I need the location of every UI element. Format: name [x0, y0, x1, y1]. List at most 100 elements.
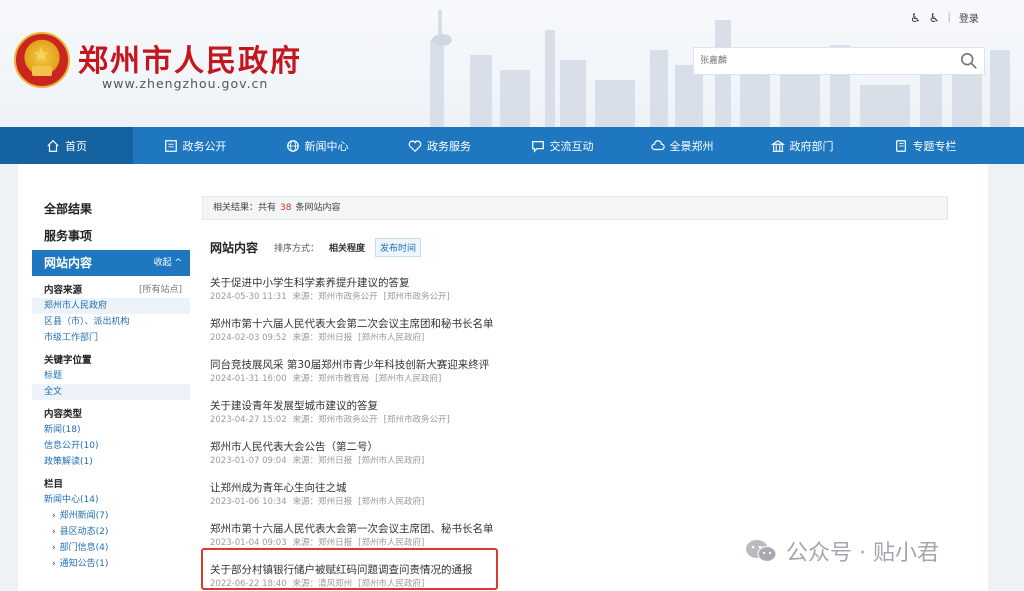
site-url: www.zhengzhou.gov.cn: [102, 76, 269, 91]
result-meta: 2023-04-27 15:02 来源：郑州市政务公开 [郑州市政务公开]: [210, 413, 610, 427]
result-date: 2024-05-30 11:31: [210, 292, 287, 302]
filter-group-label: 内容来源: [44, 285, 83, 296]
filter-sub-option[interactable]: › 通知公告(1): [32, 556, 190, 572]
filter-option[interactable]: 政策解读(1): [32, 454, 190, 470]
result-site[interactable]: [郑州市人民政府]: [358, 497, 424, 507]
section-title: 网站内容: [210, 241, 259, 255]
filter-option[interactable]: 区县（市）、派出机构: [32, 314, 190, 330]
sort-by-relevance[interactable]: 相关程度: [329, 241, 365, 254]
chevron-right-icon: ›: [52, 543, 56, 553]
filter-sub-label: 部门信息(4): [59, 543, 109, 553]
result-item: 让郑州成为青年心生向往之城 2023-01-06 10:34 来源：郑州日报 [郑州…: [210, 481, 610, 522]
filter-option[interactable]: 信息公开(10): [32, 438, 190, 454]
result-title-link[interactable]: 郑州市第十六届人民代表大会第一次会议主席团、秘书长名单: [210, 522, 610, 536]
wechat-icon: [746, 540, 777, 562]
result-date: 2023-01-06 10:34: [210, 497, 287, 507]
filter-option[interactable]: 郑州市人民政府: [32, 298, 190, 314]
top-links: ♿ ♿ | 登录: [910, 10, 979, 26]
result-site[interactable]: [郑州市人民政府]: [358, 456, 424, 466]
result-title-link[interactable]: 关于建设青年发展型城市建议的答复: [210, 399, 610, 413]
nav-label: 交流互动: [549, 139, 594, 153]
filter-option[interactable]: 标题: [32, 368, 190, 384]
filter-sub-label: 县区动态(2): [59, 527, 109, 537]
login-link[interactable]: 登录: [959, 10, 979, 25]
filter-sub-option[interactable]: › 部门信息(4): [32, 540, 190, 556]
separator: |: [947, 12, 951, 23]
result-site[interactable]: [郑州市人民政府]: [358, 333, 424, 343]
result-site[interactable]: [郑州市政务公开]: [384, 292, 450, 302]
nav-item-panorama[interactable]: 全景郑州: [622, 127, 742, 164]
result-title-link[interactable]: 郑州市人民代表大会公告（第二号）: [210, 440, 610, 454]
sidebar-item-website-content[interactable]: 网站内容 收起 ^: [32, 250, 190, 276]
chevron-right-icon: ›: [52, 511, 56, 521]
search-input[interactable]: [700, 52, 950, 70]
sidebar-item-all-results[interactable]: 全部结果: [32, 196, 190, 223]
result-title-link[interactable]: 让郑州成为青年心生向往之城: [210, 481, 610, 495]
highlight-annotation-box: [201, 548, 498, 590]
nav-label: 政府部门: [789, 139, 834, 153]
nav-item-gov-affairs[interactable]: 政务公开: [133, 127, 257, 164]
result-source: 来源：郑州市政务公开: [292, 415, 378, 425]
result-date: 2024-01-31 16:00: [210, 374, 287, 384]
result-meta: 2024-05-30 11:31 来源：郑州市政务公开 [郑州市政务公开]: [210, 290, 610, 304]
result-site[interactable]: [郑州市人民政府]: [375, 374, 441, 384]
wechat-watermark: 公众号 · 贴小君: [744, 535, 939, 567]
sidebar-item-services[interactable]: 服务事项: [32, 223, 190, 250]
nav-label: 政务服务: [427, 139, 471, 153]
filter-option[interactable]: 市级工作部门: [32, 330, 190, 346]
result-source: 来源：郑州日报: [292, 456, 353, 466]
cloud-icon: [650, 139, 665, 150]
result-prefix: 相关结果：共有: [213, 203, 277, 213]
nav-item-news[interactable]: 新闻中心: [257, 127, 377, 164]
result-date: 2023-01-04 09:03: [210, 538, 287, 548]
search-box: [693, 47, 985, 75]
nav-item-home[interactable]: 首页: [0, 127, 133, 164]
result-meta: 2024-02-03 09:52 来源：郑州日报 [郑州市人民政府]: [210, 331, 610, 345]
nav-item-interaction[interactable]: 交流互动: [502, 127, 622, 164]
all-sites-link[interactable]: [所有站点]: [139, 282, 182, 295]
result-title-link[interactable]: 同台竞技展风采 第30届郑州市青少年科技创新大赛迎来终评: [210, 358, 610, 372]
sort-bar: 网站内容 排序方式： 相关程度 发布时间: [210, 238, 422, 257]
main-nav: 首页 政务公开 新闻中心 政务服务 交流互动 全景郑州 政府部门 专题专栏: [0, 127, 1024, 164]
nav-item-special-topics[interactable]: 专题专栏: [862, 127, 988, 164]
elder-mode-icon[interactable]: ♿: [929, 11, 940, 25]
nav-item-services[interactable]: 政务服务: [377, 127, 502, 164]
result-site[interactable]: [郑州市政务公开]: [384, 415, 450, 425]
filter-sub-option[interactable]: › 县区动态(2): [32, 524, 190, 540]
result-date: 2023-01-07 09:04: [210, 456, 287, 466]
result-source: 来源：郑州市教育局: [292, 374, 370, 384]
nav-item-departments[interactable]: 政府部门: [742, 127, 862, 164]
filter-sub-label: 郑州新闻(7): [59, 511, 109, 521]
accessibility-icon[interactable]: ♿: [910, 11, 921, 25]
nav-label: 新闻中心: [304, 139, 349, 153]
search-icon[interactable]: [960, 52, 978, 70]
result-count: 38: [280, 203, 292, 213]
result-item: 关于促进中小学生科学素养提升建议的答复 2024-05-30 11:31 来源：郑…: [210, 276, 610, 317]
filter-sub-option[interactable]: › 郑州新闻(7): [32, 508, 190, 524]
filter-option[interactable]: 全文: [32, 384, 190, 400]
book-icon: [895, 139, 906, 152]
result-source: 来源：郑州日报: [292, 333, 353, 343]
result-title-link[interactable]: 关于促进中小学生科学素养提升建议的答复: [210, 276, 610, 290]
result-meta: 2024-01-31 16:00 来源：郑州市教育局 [郑州市人民政府]: [210, 372, 610, 386]
nav-label: 全景郑州: [669, 139, 714, 153]
site-title[interactable]: 郑州市人民政府: [78, 36, 302, 80]
filter-sidebar: 全部结果 服务事项 网站内容 收起 ^ 内容来源 [所有站点] 郑州市人民政府 …: [32, 196, 190, 591]
sidebar-item-label: 网站内容: [44, 256, 93, 270]
heart-icon: [408, 140, 422, 152]
collapse-toggle[interactable]: 收起 ^: [154, 250, 182, 276]
result-title-link[interactable]: 郑州市第十六届人民代表大会第二次会议主席团和秘书长名单: [210, 317, 610, 331]
result-item: 郑州市第十六届人民代表大会第二次会议主席团和秘书长名单 2024-02-03 0…: [210, 317, 610, 358]
result-site[interactable]: [郑州市人民政府]: [358, 538, 424, 548]
sort-by-date[interactable]: 发布时间: [375, 238, 422, 257]
filter-sub-label: 通知公告(1): [59, 559, 109, 569]
document-icon: [164, 139, 177, 152]
result-source: 来源：郑州日报: [292, 497, 353, 507]
result-summary: 相关结果：共有 38 条网站内容: [202, 196, 948, 220]
site-header: ★ 郑州市人民政府 www.zhengzhou.gov.cn ♿ ♿ | 登录: [0, 0, 1024, 127]
filter-option[interactable]: 新闻中心(14): [32, 492, 190, 508]
home-icon: [47, 139, 59, 152]
result-item: 同台竞技展风采 第30届郑州市青少年科技创新大赛迎来终评 2024-01-31 …: [210, 358, 610, 399]
filter-option[interactable]: 新闻(18): [32, 422, 190, 438]
result-list: 关于促进中小学生科学素养提升建议的答复 2024-05-30 11:31 来源：郑…: [210, 276, 610, 591]
